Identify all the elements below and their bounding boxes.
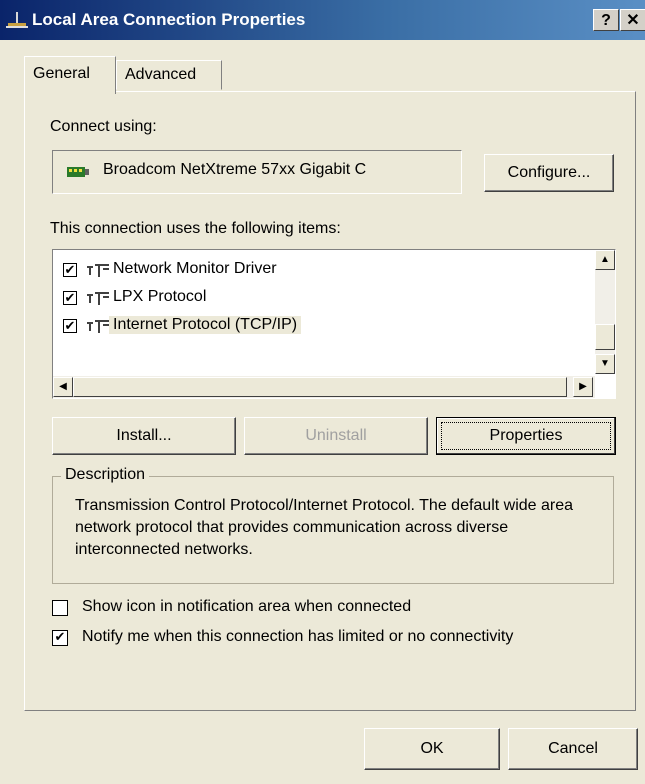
help-button[interactable]: ? (593, 9, 619, 31)
item-label: Network Monitor Driver (113, 260, 277, 277)
description-title: Description (61, 466, 150, 484)
ok-label: OK (420, 740, 444, 757)
scroll-left-icon[interactable]: ◀ (53, 377, 73, 397)
tab-advanced[interactable]: Advanced (116, 60, 222, 90)
show-icon-label: Show icon in notification area when conn… (82, 598, 412, 615)
item-checkbox[interactable]: ✔ (63, 291, 77, 305)
adapter-field: Broadcom NetXtreme 57xx Gigabit C (52, 150, 462, 194)
window-title: Local Area Connection Properties (32, 10, 306, 29)
adapter-name: Broadcom NetXtreme 57xx Gigabit C (103, 161, 367, 178)
focus-rectangle (441, 422, 611, 450)
horizontal-scroll-thumb[interactable] (73, 377, 567, 397)
properties-button[interactable]: Properties (436, 417, 616, 455)
notify-checkbox[interactable]: ✔ (52, 630, 68, 646)
close-button[interactable]: ✕ (620, 9, 645, 31)
items-label: This connection uses the following items… (50, 220, 341, 237)
network-connection-icon (6, 12, 28, 28)
cancel-button[interactable]: Cancel (508, 728, 638, 770)
components-list[interactable]: ✔ Network Monitor Driver ✔ LPX Protocol … (52, 249, 616, 399)
description-group: Description Transmission Control Protoco… (52, 466, 614, 584)
title-bar[interactable]: Local Area Connection Properties ? ✕ (0, 0, 645, 40)
scroll-down-icon[interactable]: ▼ (595, 354, 615, 374)
install-label: Install... (116, 427, 172, 444)
install-button[interactable]: Install... (52, 417, 236, 455)
scroll-up-icon[interactable]: ▲ (595, 250, 615, 270)
item-label: LPX Protocol (113, 288, 207, 305)
show-icon-checkbox[interactable] (52, 600, 68, 616)
configure-label: Configure... (507, 164, 591, 181)
protocol-icon (87, 264, 109, 277)
item-label: Internet Protocol (TCP/IP) (109, 316, 302, 334)
protocol-icon (87, 320, 109, 333)
horizontal-scrollbar[interactable]: ◀ ▶ (53, 376, 595, 398)
network-adapter-icon (67, 167, 89, 177)
configure-button[interactable]: Configure... (484, 154, 614, 192)
item-checkbox[interactable]: ✔ (63, 319, 77, 333)
uninstall-button[interactable]: Uninstall (244, 417, 428, 455)
vertical-scrollbar[interactable]: ▲ ▼ (595, 250, 615, 374)
connect-using-label: Connect using: (50, 118, 157, 135)
protocol-icon (87, 292, 109, 305)
tab-general[interactable]: General (24, 56, 116, 94)
ok-button[interactable]: OK (364, 728, 500, 770)
description-text: Transmission Control Protocol/Internet P… (75, 497, 574, 558)
scroll-right-icon[interactable]: ▶ (573, 377, 593, 397)
notify-label: Notify me when this connection has limit… (82, 628, 514, 645)
cancel-label: Cancel (548, 740, 598, 757)
uninstall-label: Uninstall (305, 427, 367, 444)
vertical-scroll-thumb[interactable] (595, 324, 615, 350)
item-checkbox[interactable]: ✔ (63, 263, 77, 277)
